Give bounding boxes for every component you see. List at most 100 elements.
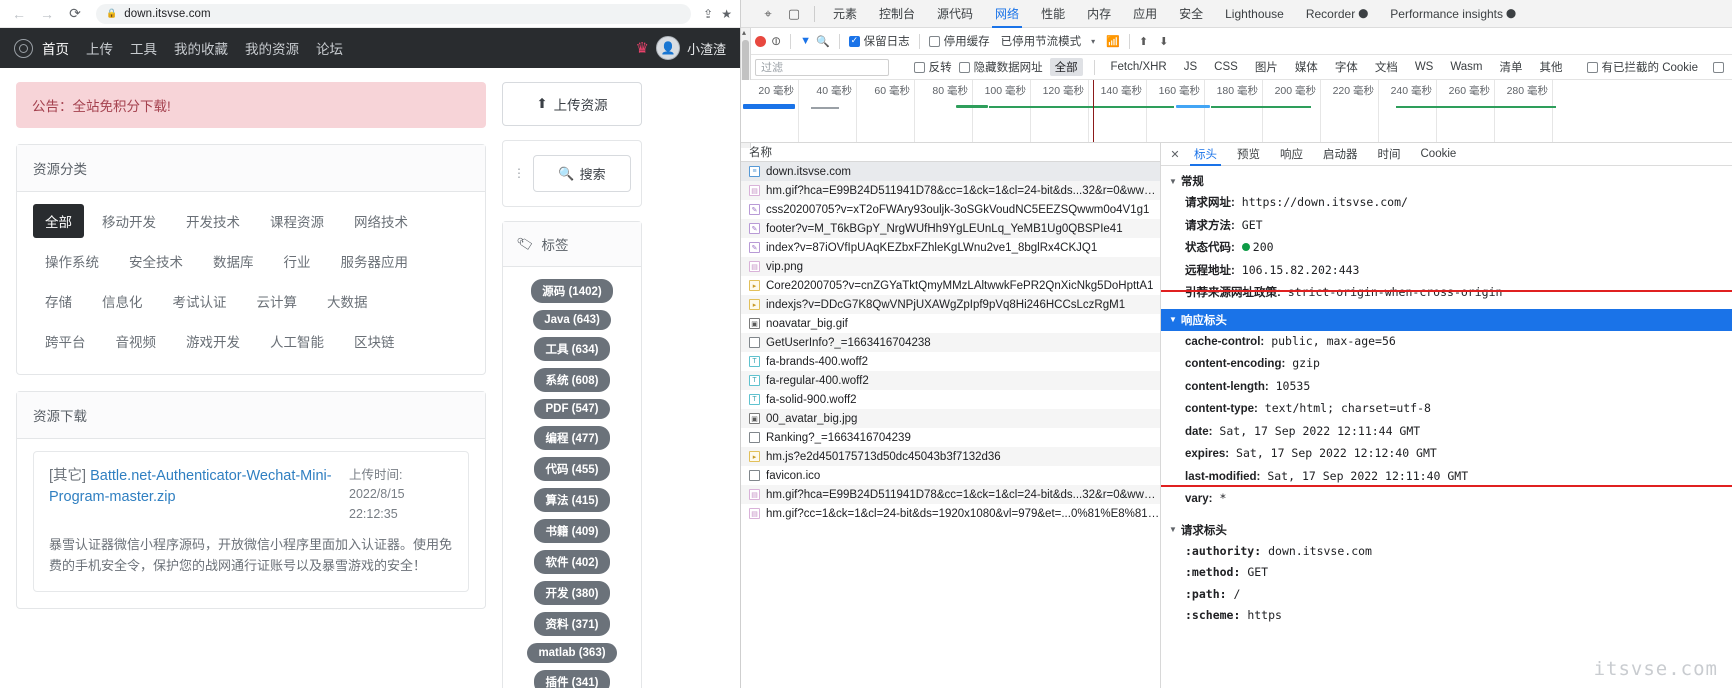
request-column-header[interactable]: 名称 — [741, 143, 1160, 162]
request-row[interactable]: GetUserInfo?_=1663416704238 — [741, 333, 1160, 352]
tab-security[interactable]: 安全 — [1168, 0, 1214, 28]
category-item[interactable]: 游戏开发 — [174, 324, 252, 358]
tag-item[interactable]: Java (643) — [533, 310, 611, 330]
request-row[interactable]: favicon.ico — [741, 466, 1160, 485]
filter-icon[interactable]: ▼ — [800, 35, 811, 47]
tag-item[interactable]: PDF (547) — [534, 399, 610, 419]
type-filter-manifest[interactable]: 清单 — [1495, 58, 1528, 76]
back-icon[interactable]: ← — [8, 3, 30, 25]
category-item[interactable]: 数据库 — [201, 244, 266, 278]
type-filter-fetchxhr[interactable]: Fetch/XHR — [1105, 60, 1171, 74]
tab-recorder[interactable]: Recorder ⬤ — [1295, 0, 1379, 28]
category-item[interactable]: 操作系统 — [33, 244, 111, 278]
tag-item[interactable]: 书籍 (409) — [534, 519, 610, 543]
tag-item[interactable]: 代码 (455) — [534, 457, 610, 481]
blocked-requests-checkbox[interactable] — [1713, 61, 1724, 73]
request-row[interactable]: Ranking?_=1663416704239 — [741, 428, 1160, 447]
category-item[interactable]: 大数据 — [315, 284, 380, 318]
preserve-log-toggle[interactable]: 保留日志 — [848, 33, 910, 49]
type-filter-wasm[interactable]: Wasm — [1445, 60, 1487, 74]
category-item[interactable]: 行业 — [272, 244, 323, 278]
invert-toggle[interactable]: 反转 — [913, 59, 952, 75]
nav-item-3[interactable]: 我的收藏 — [174, 38, 228, 58]
tag-item[interactable]: 算法 (415) — [534, 488, 610, 512]
request-row[interactable]: ▤ hm.gif?hca=E99B24D511941D78&cc=1&ck=1&c… — [741, 181, 1160, 200]
detail-tab-initiator[interactable]: 启动器 — [1313, 143, 1368, 166]
detail-tab-headers[interactable]: 标头 — [1184, 143, 1227, 166]
export-har-icon[interactable]: ⬇ — [1159, 35, 1168, 48]
bookmark-star-icon[interactable]: ★ — [721, 7, 732, 21]
request-row[interactable]: ▣ noavatar_big.gif — [741, 314, 1160, 333]
type-filter-all[interactable]: 全部 — [1049, 58, 1083, 76]
search-button[interactable]: 🔍 搜索 — [533, 155, 631, 192]
request-row[interactable]: Tfa-brands-400.woff2 — [741, 352, 1160, 371]
category-item[interactable]: 人工智能 — [258, 324, 336, 358]
category-item[interactable]: 开发技术 — [174, 204, 252, 238]
category-item[interactable]: 存储 — [33, 284, 84, 318]
request-row[interactable]: ≡ down.itsvse.com — [741, 162, 1160, 181]
menu-dots-icon[interactable]: ⋮ — [513, 167, 525, 179]
type-filter-font[interactable]: 字体 — [1330, 58, 1363, 76]
category-item[interactable]: 课程资源 — [258, 204, 336, 238]
detail-tab-preview[interactable]: 预览 — [1227, 143, 1270, 166]
wifi-icon[interactable]: 📶 — [1106, 35, 1120, 48]
nav-item-2[interactable]: 工具 — [130, 38, 157, 58]
tab-network[interactable]: 网络 — [984, 0, 1030, 28]
tab-performance-insights[interactable]: Performance insights ⬤ — [1379, 0, 1527, 28]
nav-item-5[interactable]: 论坛 — [316, 38, 343, 58]
disable-cache-toggle[interactable]: 停用缓存 — [928, 33, 990, 49]
category-item[interactable]: 服务器应用 — [329, 244, 421, 278]
tab-elements[interactable]: 元素 — [822, 0, 868, 28]
type-filter-media[interactable]: 媒体 — [1290, 58, 1323, 76]
close-icon[interactable]: ✕ — [1166, 148, 1184, 161]
tag-item[interactable]: 开发 (380) — [534, 581, 610, 605]
tab-sources[interactable]: 源代码 — [926, 0, 984, 28]
request-row[interactable]: ✎ css20200705?v=xT2oFWAry93ouljk-3oSGkVou… — [741, 200, 1160, 219]
import-har-icon[interactable]: ⬆ — [1139, 35, 1148, 48]
download-item-link[interactable]: Battle.net-Authenticator-Wechat-Mini-Pro… — [49, 468, 332, 505]
tag-item[interactable]: 插件 (341) — [534, 670, 610, 688]
tag-item[interactable]: matlab (363) — [527, 643, 617, 663]
request-row[interactable]: ▤ hm.gif?hca=E99B24D511941D78&cc=1&ck=1&c… — [741, 485, 1160, 504]
request-row[interactable]: ▸ hm.js?e2d450175713d50dc45043b3f7132d36 — [741, 447, 1160, 466]
request-headers-section-title[interactable]: ▼ 请求标头 — [1161, 519, 1732, 541]
general-section-title[interactable]: ▼ 常规 — [1161, 170, 1732, 192]
type-filter-other[interactable]: 其他 — [1535, 58, 1568, 76]
tab-console[interactable]: 控制台 — [868, 0, 926, 28]
record-button[interactable] — [755, 35, 766, 47]
request-row[interactable]: ▸ Core20200705?v=cnZGYaTktQmyMMzLAltwwkFe… — [741, 276, 1160, 295]
nav-item-4[interactable]: 我的资源 — [245, 38, 299, 58]
address-bar[interactable]: 🔒 down.itsvse.com — [96, 3, 692, 24]
invert-checkbox[interactable] — [913, 61, 925, 73]
type-filter-img[interactable]: 图片 — [1250, 58, 1283, 76]
share-icon[interactable]: ⇪ — [703, 7, 713, 21]
request-row[interactable]: ▣ 00_avatar_big.jpg — [741, 409, 1160, 428]
disable-cache-checkbox[interactable] — [928, 35, 940, 47]
throttling-select[interactable]: 已停用节流模式 ▾ — [1001, 33, 1096, 49]
tag-item[interactable]: 编程 (477) — [534, 426, 610, 450]
hide-data-urls-toggle[interactable]: 隐藏数据网址 — [958, 59, 1043, 75]
reload-icon[interactable]: ⟳ — [64, 3, 86, 25]
hide-data-urls-checkbox[interactable] — [958, 61, 970, 73]
clear-button[interactable]: ⊘ — [768, 32, 785, 49]
preserve-log-checkbox[interactable] — [848, 35, 860, 47]
device-toolbar-icon[interactable]: ▢ — [781, 1, 807, 27]
category-item[interactable]: 云计算 — [245, 284, 310, 318]
nav-item-1[interactable]: 上传 — [86, 38, 113, 58]
inspect-element-icon[interactable]: ⌖ — [755, 1, 781, 27]
forward-icon[interactable]: → — [36, 3, 58, 25]
chevron-down-icon[interactable]: ▾ — [1091, 37, 1095, 46]
request-row[interactable]: ✎ index?v=87iOVfIpUAqKEZbxFZhleKgLWnu2ve1… — [741, 238, 1160, 257]
type-filter-ws[interactable]: WS — [1410, 60, 1439, 74]
detail-tab-timing[interactable]: 时间 — [1368, 143, 1411, 166]
tab-performance[interactable]: 性能 — [1030, 0, 1076, 28]
category-item[interactable]: 考试认证 — [161, 284, 239, 318]
detail-tab-cookies[interactable]: Cookie — [1411, 143, 1467, 166]
tab-memory[interactable]: 内存 — [1076, 0, 1122, 28]
request-row[interactable]: ▤ hm.gif?cc=1&ck=1&cl=24-bit&ds=1920x1080… — [741, 504, 1160, 523]
response-headers-section-title[interactable]: ▼ 响应标头 — [1161, 308, 1732, 331]
type-filter-css[interactable]: CSS — [1209, 60, 1243, 74]
detail-tab-response[interactable]: 响应 — [1270, 143, 1313, 166]
tag-item[interactable]: 软件 (402) — [534, 550, 610, 574]
network-overview-timeline[interactable]: 20 毫秒 40 毫秒 60 毫秒 80 毫秒 100 毫秒 120 毫秒 14… — [741, 80, 1732, 143]
